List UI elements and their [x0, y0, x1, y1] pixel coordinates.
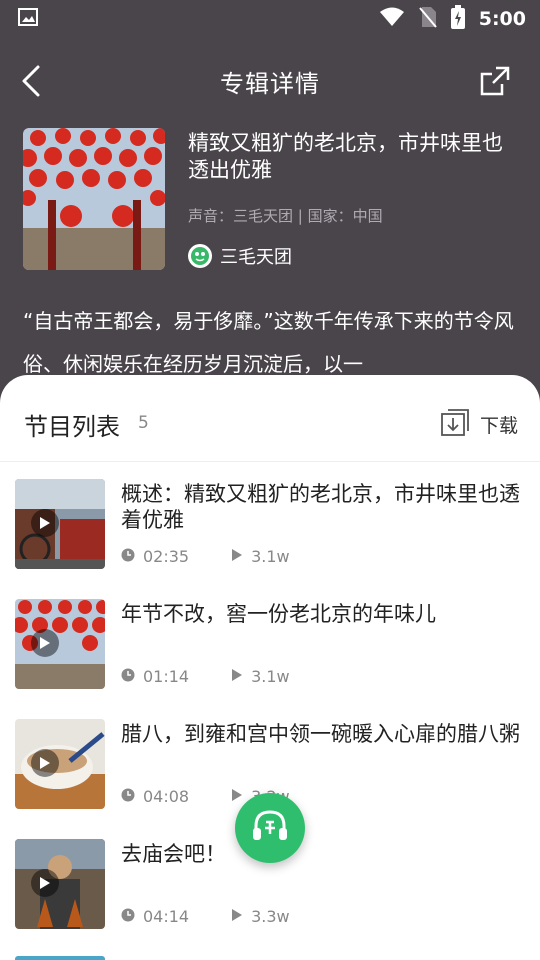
share-button[interactable]	[478, 64, 512, 98]
list-item[interactable]: 年节不改，窖一份老北京的年味儿 01:14 3.1w	[0, 599, 540, 709]
episode-thumbnail	[15, 719, 105, 809]
status-time: 5:00	[478, 8, 526, 30]
download-label: 下载	[479, 414, 518, 437]
download-button[interactable]: 下载	[440, 407, 518, 441]
wifi-icon	[379, 7, 405, 31]
episode-title: 年节不改，窖一份老北京的年味儿	[121, 602, 436, 626]
play-count-icon	[231, 787, 243, 806]
floating-player-button[interactable]	[235, 793, 305, 863]
clock-icon	[121, 787, 135, 806]
episode-meta: 04:14 3.3w	[121, 907, 290, 926]
episode-thumbnail	[15, 479, 105, 569]
no-sim-icon	[418, 6, 437, 32]
status-bar: 5:00	[0, 0, 540, 38]
episode-plays: 3.1w	[251, 547, 290, 566]
list-header: 节目列表 5 下载	[0, 375, 540, 455]
episode-duration: 04:14	[143, 907, 190, 926]
list-item-peek	[15, 956, 105, 960]
episode-meta: 01:14 3.1w	[121, 667, 290, 686]
episode-duration: 01:14	[143, 667, 190, 686]
play-icon[interactable]	[31, 869, 59, 897]
divider	[0, 461, 540, 462]
episode-title: 去庙会吧！	[121, 842, 226, 866]
share-icon	[478, 66, 512, 102]
avatar	[188, 244, 212, 268]
episode-title: 概述：精致又粗犷的老北京，市井味里也透着优雅	[121, 482, 520, 532]
play-icon[interactable]	[31, 629, 59, 657]
author-name: 三毛天团	[220, 247, 292, 268]
clock-icon	[121, 907, 135, 926]
episode-plays: 3.3w	[251, 907, 290, 926]
episode-title: 腊八，到雍和宫中领一碗暖入心扉的腊八粥	[121, 722, 520, 746]
play-count-icon	[231, 667, 243, 686]
album-title: 精致又粗犷的老北京，市井味里也透出优雅	[188, 131, 503, 182]
play-count-icon	[231, 907, 243, 926]
image-icon	[18, 8, 38, 30]
download-icon	[440, 407, 470, 441]
episode-meta: 02:35 3.1w	[121, 547, 290, 566]
clock-icon	[121, 547, 135, 566]
episode-thumbnail	[15, 599, 105, 689]
play-count-icon	[231, 547, 243, 566]
episode-duration: 04:08	[143, 787, 190, 806]
play-icon[interactable]	[31, 509, 59, 537]
list-item[interactable]: 概述：精致又粗犷的老北京，市井味里也透着优雅 02:35 3.1w	[0, 479, 540, 589]
episode-duration: 02:35	[143, 547, 190, 566]
page-title: 专辑详情	[220, 70, 320, 98]
album-meta: 声音：三毛天团 | 国家：中国	[188, 207, 383, 225]
episode-plays: 3.1w	[251, 667, 290, 686]
album-cover	[23, 128, 165, 270]
episode-thumbnail	[15, 839, 105, 929]
clock-icon	[121, 667, 135, 686]
top-bar: 专辑详情	[0, 50, 540, 110]
play-icon[interactable]	[31, 749, 59, 777]
battery-icon	[450, 5, 465, 33]
author-row[interactable]: 三毛天团	[188, 243, 292, 269]
player-headphone-icon	[248, 804, 292, 852]
list-count: 5	[138, 413, 149, 433]
list-title: 节目列表	[24, 413, 120, 441]
